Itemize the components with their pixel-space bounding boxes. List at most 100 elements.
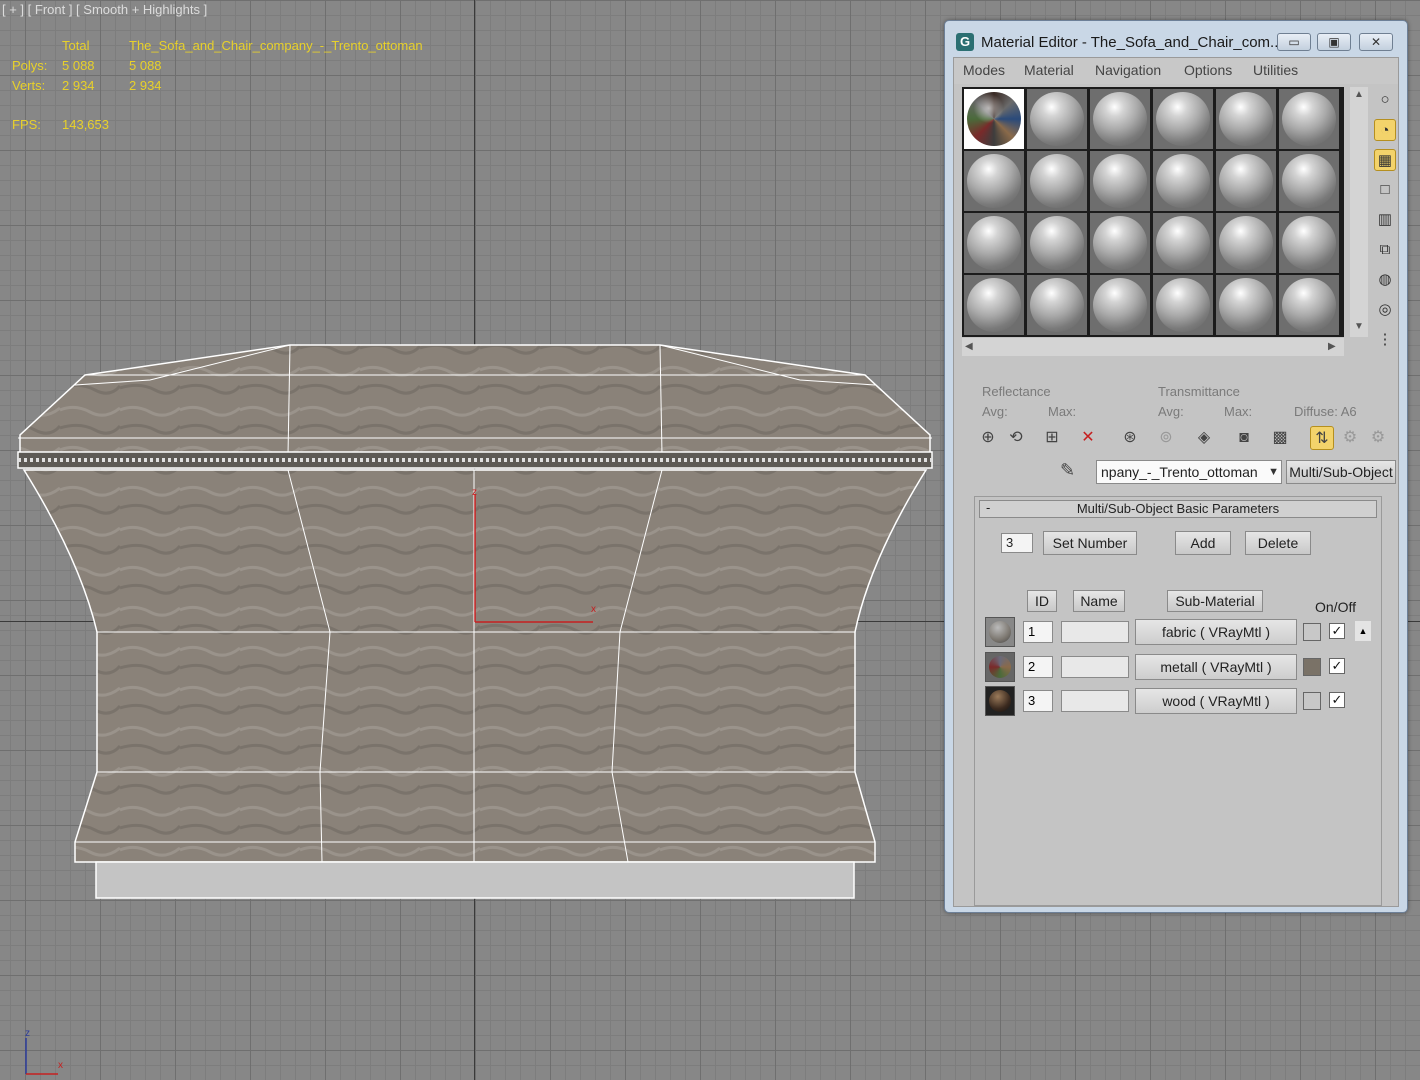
reset-map-icon[interactable]: ✕ — [1076, 426, 1100, 450]
sample-slot-17[interactable] — [1216, 213, 1276, 273]
go-forward-sibling-icon[interactable]: ⚙ — [1338, 426, 1362, 450]
sample-slot-4[interactable] — [1153, 89, 1213, 149]
menu-modes[interactable]: Modes — [963, 62, 1005, 78]
menu-options[interactable]: Options — [1184, 62, 1232, 78]
sub-material-button[interactable]: wood ( VRayMtl ) — [1135, 688, 1297, 714]
column-header-name[interactable]: Name — [1073, 590, 1125, 612]
scroll-up-icon[interactable]: ▲ — [1355, 621, 1371, 641]
sub-material-id-field[interactable]: 1 — [1023, 621, 1053, 643]
sample-sphere-icon — [1156, 216, 1210, 270]
sample-slot-14[interactable] — [1027, 213, 1087, 273]
sample-slot-8[interactable] — [1027, 151, 1087, 211]
sample-sphere-icon — [1219, 278, 1273, 332]
go-sibling-icon[interactable]: ⚙ — [1366, 426, 1390, 450]
sample-sphere-icon — [967, 216, 1021, 270]
sub-material-button[interactable]: metall ( VRayMtl ) — [1135, 654, 1297, 680]
sample-slot-13[interactable] — [964, 213, 1024, 273]
sample-slot-19[interactable] — [964, 275, 1024, 335]
minimize-button[interactable]: ▭ — [1277, 33, 1311, 51]
sample-slot-10[interactable] — [1153, 151, 1213, 211]
sample-slot-1[interactable] — [964, 89, 1024, 149]
material-map-navigator-icon[interactable]: ⋮ — [1374, 329, 1396, 351]
sample-slot-20[interactable] — [1027, 275, 1087, 335]
sample-slot-11[interactable] — [1216, 151, 1276, 211]
menu-material[interactable]: Material — [1024, 62, 1074, 78]
sub-material-name-field[interactable] — [1061, 621, 1129, 643]
slots-vertical-scrollbar[interactable]: ▲ ▼ — [1350, 87, 1368, 337]
show-shaded-icon[interactable]: ◙ — [1232, 426, 1256, 450]
delete-button[interactable]: Delete — [1245, 531, 1311, 555]
column-header-sub-material[interactable]: Sub-Material — [1167, 590, 1263, 612]
eyedropper-icon[interactable]: ✎ — [1060, 460, 1075, 481]
menu-utilities[interactable]: Utilities — [1253, 62, 1298, 78]
set-number-button[interactable]: Set Number — [1043, 531, 1137, 555]
material-type-button[interactable]: Multi/Sub-Object — [1286, 460, 1396, 484]
backlight-icon[interactable]: ◔ — [1374, 119, 1396, 141]
sub-material-color-swatch[interactable] — [1303, 658, 1321, 676]
go-to-parent-icon[interactable]: ⇅ — [1310, 426, 1334, 450]
sub-material-thumbnail[interactable] — [985, 686, 1015, 716]
column-header-id[interactable]: ID — [1027, 590, 1057, 612]
options-icon[interactable]: ◍ — [1374, 269, 1396, 291]
sample-sphere-icon — [1219, 216, 1273, 270]
sample-type-icon[interactable]: ○ — [1374, 89, 1396, 111]
sub-material-id-field[interactable]: 3 — [1023, 690, 1053, 712]
sub-material-color-swatch[interactable] — [1303, 623, 1321, 641]
select-by-material-icon[interactable]: ◎ — [1374, 299, 1396, 321]
sample-slot-22[interactable] — [1153, 275, 1213, 335]
material-editor-window[interactable]: G Material Editor - The_Sofa_and_Chair_c… — [944, 20, 1408, 913]
scroll-down-icon[interactable]: ▼ — [1354, 321, 1364, 332]
menu-bar: Modes Material Navigation Options Utilit… — [954, 58, 1398, 84]
material-id-channel-icon[interactable]: ◈ — [1192, 426, 1216, 450]
sample-slot-15[interactable] — [1090, 213, 1150, 273]
sample-slot-9[interactable] — [1090, 151, 1150, 211]
sub-material-id-field[interactable]: 2 — [1023, 656, 1053, 678]
sub-material-thumbnail[interactable] — [985, 652, 1015, 682]
sample-slot-5[interactable] — [1216, 89, 1276, 149]
sample-sphere-icon — [1030, 278, 1084, 332]
video-color-check-icon[interactable]: ▥ — [1374, 209, 1396, 231]
background-checker-icon[interactable]: ▦ — [1374, 149, 1396, 171]
scroll-left-icon[interactable]: ◀ — [965, 341, 973, 352]
scroll-up-icon[interactable]: ▲ — [1354, 89, 1364, 100]
title-bar[interactable]: G Material Editor - The_Sofa_and_Chair_c… — [945, 21, 1407, 51]
sample-slot-24[interactable] — [1279, 275, 1339, 335]
sample-slot-6[interactable] — [1279, 89, 1339, 149]
sample-uv-tiling-icon[interactable]: □ — [1374, 179, 1396, 201]
sub-material-on-checkbox[interactable]: ✓ — [1329, 658, 1345, 674]
add-button[interactable]: Add — [1175, 531, 1231, 555]
maximize-button[interactable]: ▣ — [1317, 33, 1351, 51]
sub-material-name-field[interactable] — [1061, 690, 1129, 712]
scroll-right-icon[interactable]: ▶ — [1328, 341, 1336, 352]
sample-slot-2[interactable] — [1027, 89, 1087, 149]
show-end-result-icon[interactable]: ▩ — [1268, 426, 1292, 450]
sample-slot-3[interactable] — [1090, 89, 1150, 149]
make-unique-icon[interactable]: ⊛ — [1118, 426, 1142, 450]
sample-slot-16[interactable] — [1153, 213, 1213, 273]
sub-material-button[interactable]: fabric ( VRayMtl ) — [1135, 619, 1297, 645]
sample-slot-7[interactable] — [964, 151, 1024, 211]
sample-slot-12[interactable] — [1279, 151, 1339, 211]
menu-navigation[interactable]: Navigation — [1095, 62, 1161, 78]
sample-slot-23[interactable] — [1216, 275, 1276, 335]
sub-count-field[interactable]: 3 — [1001, 533, 1033, 553]
assign-to-selection-icon[interactable]: ⊞ — [1040, 426, 1064, 450]
put-to-scene-icon[interactable]: ⟲ — [1004, 426, 1028, 450]
slots-horizontal-scrollbar[interactable]: ◀ ▶ — [962, 338, 1344, 356]
sub-material-on-checkbox[interactable]: ✓ — [1329, 692, 1345, 708]
sample-slot-18[interactable] — [1279, 213, 1339, 273]
material-name-row: ✎ npany_-_Trento_ottoman ▼ Multi/Sub-Obj… — [962, 460, 1398, 486]
make-preview-icon[interactable]: ⧉ — [1374, 239, 1396, 261]
sub-material-name-field[interactable] — [1061, 656, 1129, 678]
chevron-down-icon[interactable]: ▼ — [1268, 461, 1279, 483]
pivot-x-label: x — [591, 604, 596, 615]
sub-material-color-swatch[interactable] — [1303, 692, 1321, 710]
rollout-header[interactable]: - Multi/Sub-Object Basic Parameters — [979, 500, 1377, 518]
put-to-library-icon[interactable]: ⊚ — [1154, 426, 1178, 450]
sub-material-thumbnail[interactable] — [985, 617, 1015, 647]
material-name-field[interactable]: npany_-_Trento_ottoman ▼ — [1096, 460, 1282, 484]
close-button[interactable]: ✕ — [1359, 33, 1393, 51]
get-material-icon[interactable]: ⊕ — [976, 426, 1000, 450]
sub-material-on-checkbox[interactable]: ✓ — [1329, 623, 1345, 639]
sample-slot-21[interactable] — [1090, 275, 1150, 335]
